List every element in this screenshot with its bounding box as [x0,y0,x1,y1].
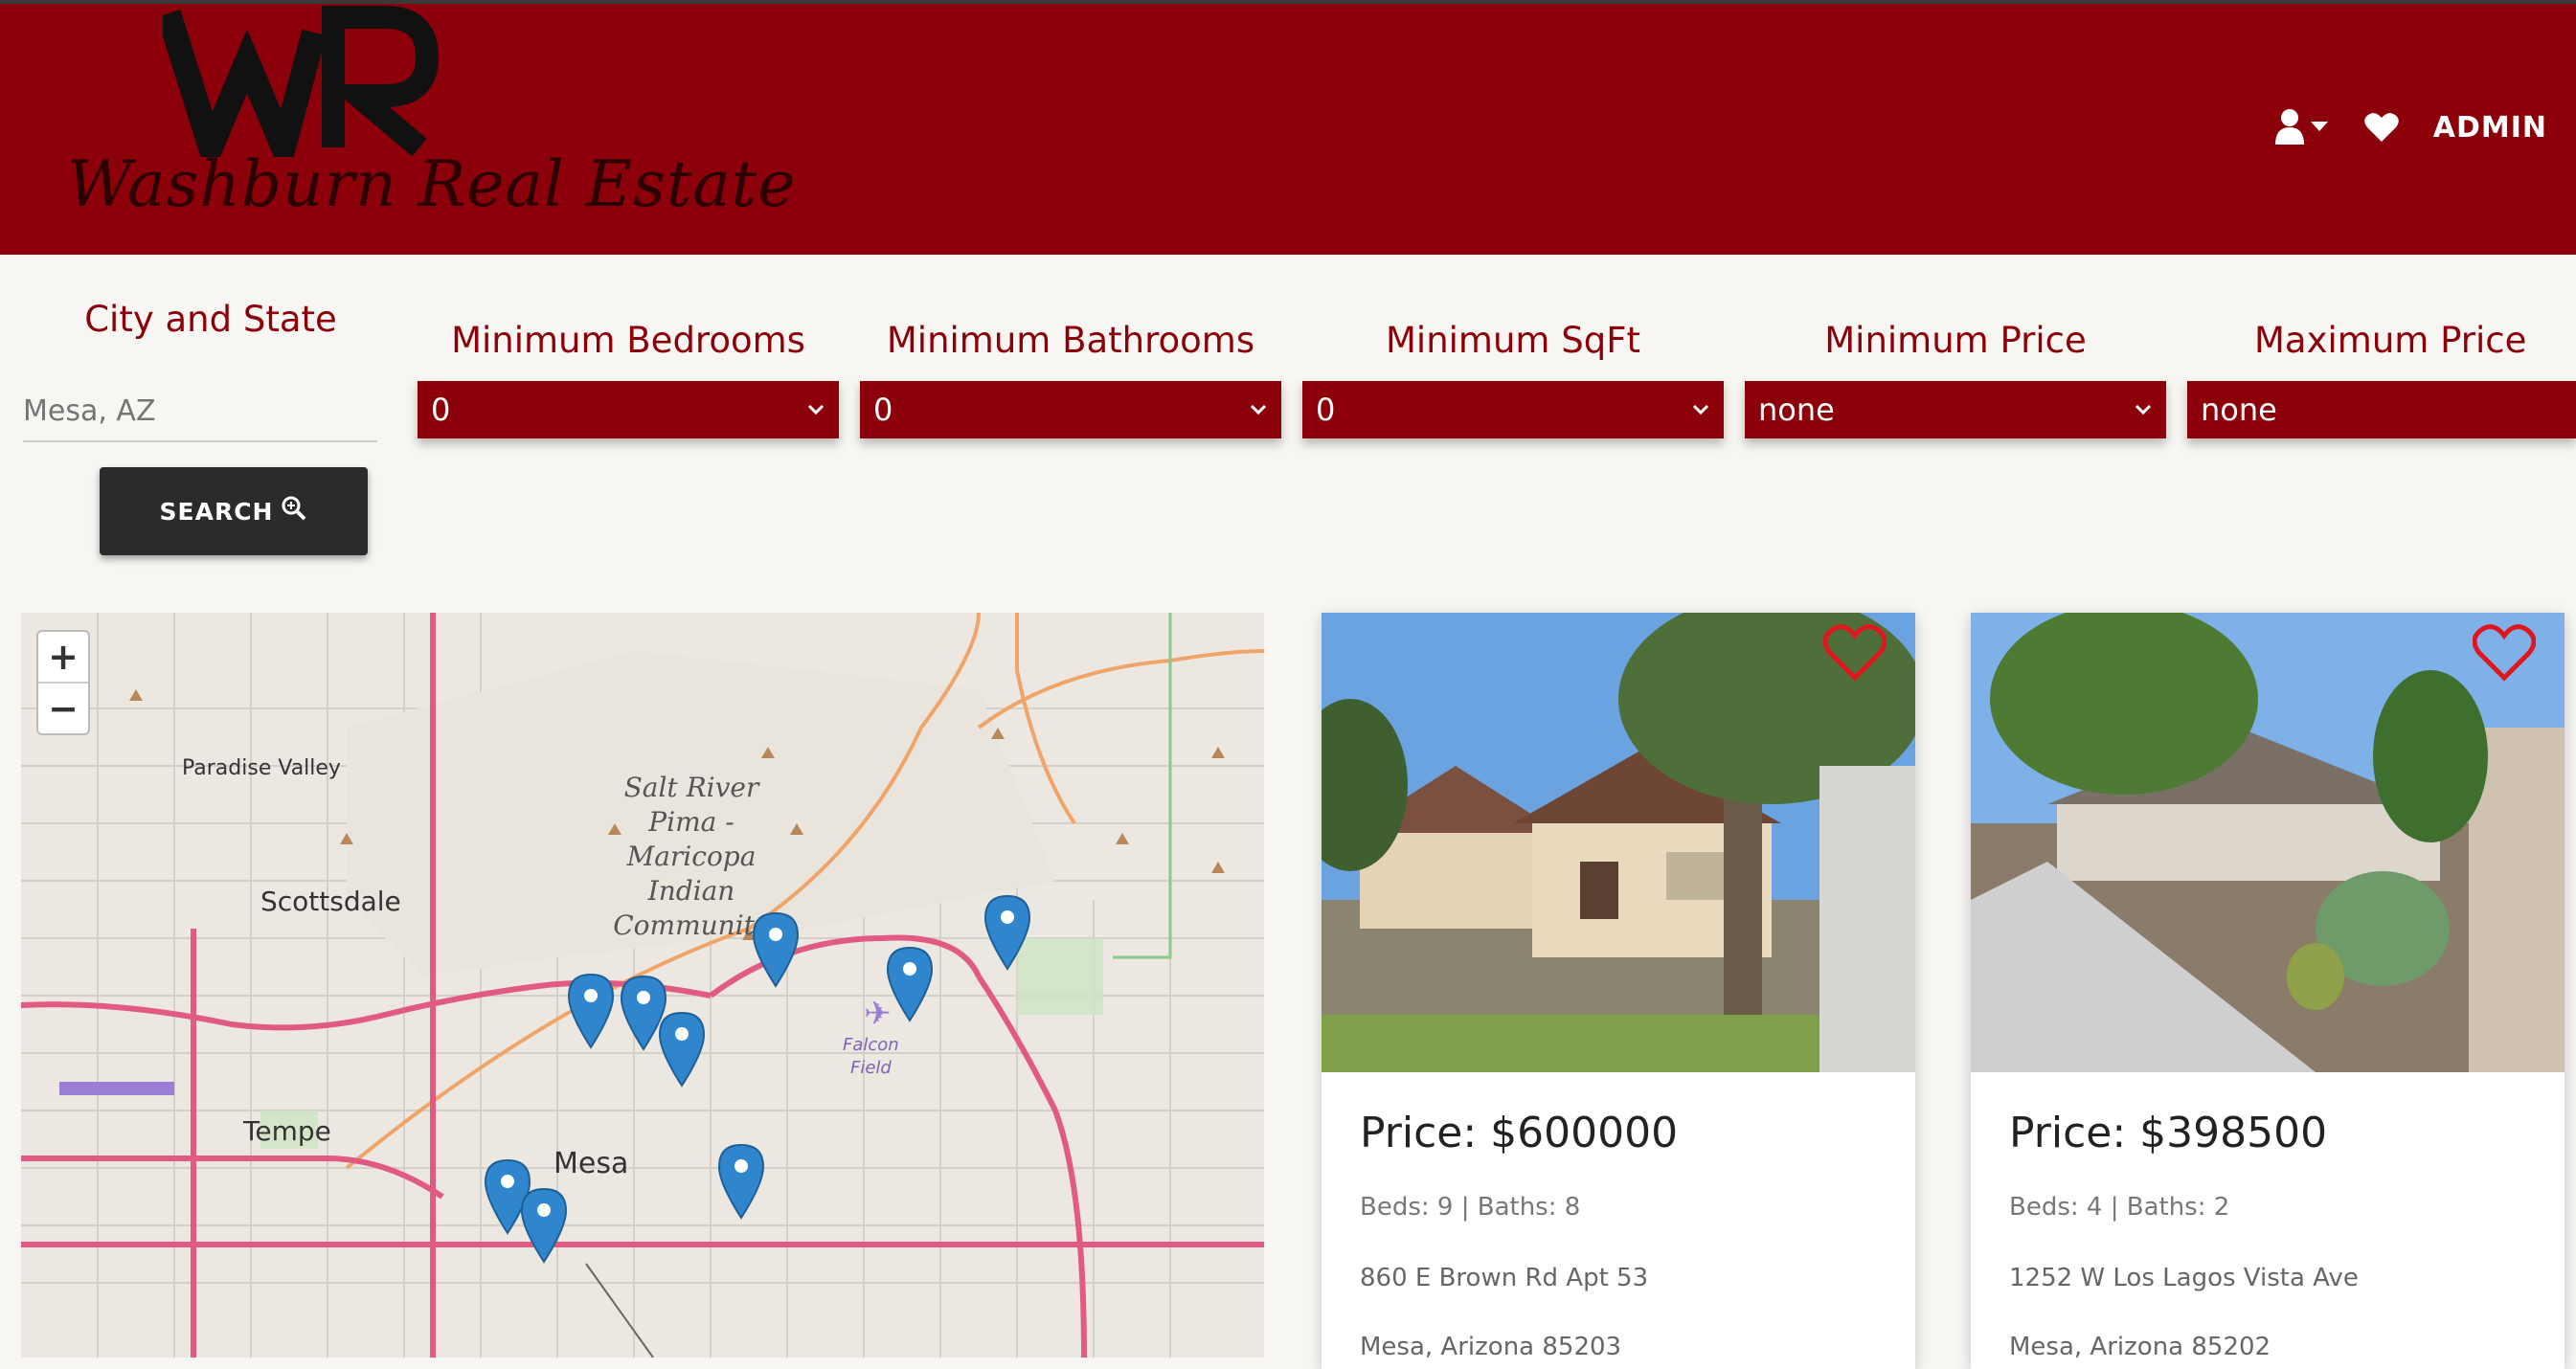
min-bathrooms-select[interactable]: 0 [860,381,1281,438]
map-marker-icon[interactable] [717,1143,765,1223]
zoom-control: + − [36,630,90,735]
map-label-scottsdale: Scottsdale [260,886,401,917]
favorite-heart-icon[interactable] [2472,624,2537,685]
chevron-down-icon [1687,394,1714,431]
map-label-line: Indian [647,875,735,907]
chevron-down-icon [802,394,829,431]
logo-mark[interactable] [156,4,441,187]
heart-icon[interactable] [2363,112,2399,143]
min-price-value: none [1758,392,1835,428]
search-button[interactable]: SEARCH [100,467,368,555]
min-bathrooms-value: 0 [873,392,893,428]
max-price-label: Maximum Price [2254,320,2527,361]
city-state-input[interactable] [23,381,377,442]
admin-link[interactable]: ADMIN [2433,111,2547,145]
favorite-heart-icon[interactable] [1822,624,1887,685]
chevron-down-icon [2130,394,2157,431]
listing-price: Price: $600000 [1360,1109,1679,1157]
brand-name[interactable]: Washburn Real Estate [67,147,796,221]
zoom-out-button[interactable]: − [38,684,88,733]
map-marker-icon[interactable] [520,1187,568,1268]
min-bedrooms-select[interactable]: 0 [418,381,839,438]
chevron-down-icon [1245,394,1272,431]
map-label-line: Falcon [843,1035,899,1055]
map-label-line: Salt River [623,772,759,803]
user-icon[interactable] [2274,108,2330,146]
listings-map[interactable]: ✈ Paradise Valley Scottsdale Tempe Mesa … [21,613,1264,1358]
listing-price: Price: $398500 [2009,1109,2328,1157]
map-marker-icon[interactable] [983,894,1031,975]
city-state-label: City and State [84,299,337,340]
map-marker-icon[interactable] [658,1011,706,1091]
listing-card[interactable]: Price: $600000 Beds: 9 | Baths: 8 860 E … [1322,613,1915,1369]
max-price-select[interactable]: none [2187,381,2576,438]
listing-card[interactable]: Price: $398500 Beds: 4 | Baths: 2 1252 W… [1971,613,2565,1369]
min-sqft-select[interactable]: 0 [1302,381,1724,438]
zoom-in-button[interactable]: + [38,632,88,684]
map-marker-icon[interactable] [886,946,934,1026]
map-label-tempe: Tempe [243,1115,331,1147]
header-nav: ADMIN [2274,103,2547,151]
map-label-mesa: Mesa [554,1147,629,1180]
search-button-label: SEARCH [159,497,274,526]
listing-details: Beds: 9 | Baths: 8 [1360,1193,1581,1222]
map-label-falcon-field: Falcon Field [843,1034,899,1080]
max-price-value: none [2201,392,2277,428]
map-label-line: Maricopa [626,841,757,872]
min-sqft-label: Minimum SqFt [1386,320,1640,361]
map-label-line: Pima - [648,806,734,838]
min-sqft-value: 0 [1316,392,1336,428]
min-bathrooms-label: Minimum Bathrooms [886,320,1255,361]
min-bedrooms-value: 0 [431,392,451,428]
min-price-select[interactable]: none [1745,381,2166,438]
listing-address: 1252 W Los Lagos Vista Ave [2009,1264,2359,1292]
min-price-label: Minimum Price [1824,320,2087,361]
map-marker-icon[interactable] [567,973,615,1053]
listing-details: Beds: 4 | Baths: 2 [2009,1193,2230,1222]
map-marker-icon[interactable] [752,911,800,992]
map-label-paradise-valley: Paradise Valley [182,756,341,780]
site-header: Washburn Real Estate ADMIN [0,4,2576,255]
min-bedrooms-label: Minimum Bedrooms [451,320,805,361]
search-icon [281,495,307,527]
listing-address: 860 E Brown Rd Apt 53 [1360,1264,1649,1292]
map-label-line: Field [850,1058,892,1078]
